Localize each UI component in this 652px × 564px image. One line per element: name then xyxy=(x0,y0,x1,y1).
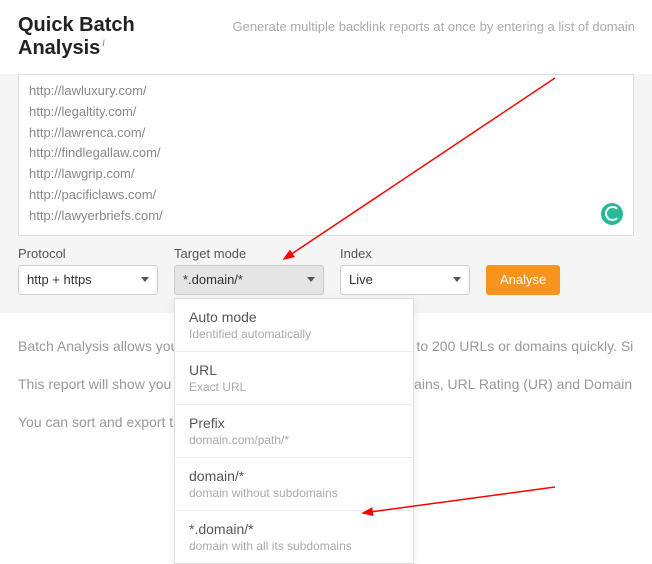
dropdown-item-prefix[interactable]: Prefix domain.com/path/* xyxy=(175,405,413,458)
page-header: Quick Batch Analysisi Generate multiple … xyxy=(0,0,652,74)
dd-label: *.domain/* xyxy=(189,521,399,537)
analyse-button[interactable]: Analyse xyxy=(486,265,560,295)
url-line: http://lawrenca.com/ xyxy=(29,123,623,144)
dropdown-item-url[interactable]: URL Exact URL xyxy=(175,352,413,405)
page-title: Quick Batch Analysisi xyxy=(18,14,222,60)
url-line: http://legaltity.com/ xyxy=(29,102,623,123)
index-select[interactable]: Live xyxy=(340,265,470,295)
protocol-col: Protocol http + https xyxy=(18,246,158,295)
chevron-down-icon xyxy=(307,277,315,282)
dd-label: URL xyxy=(189,362,399,378)
dropdown-item-auto[interactable]: Auto mode Identified automatically xyxy=(175,299,413,352)
protocol-label: Protocol xyxy=(18,246,158,261)
protocol-select[interactable]: http + https xyxy=(18,265,158,295)
dd-sub: Exact URL xyxy=(189,380,399,394)
input-panel: http://lawluxury.com/ http://legaltity.c… xyxy=(0,74,652,313)
chevron-down-icon xyxy=(141,277,149,282)
dd-label: Prefix xyxy=(189,415,399,431)
index-label: Index xyxy=(340,246,470,261)
dd-sub: domain.com/path/* xyxy=(189,433,399,447)
page-title-text: Quick Batch Analysis xyxy=(18,14,135,59)
url-line: http://pacificlaws.com/ xyxy=(29,185,623,206)
info-icon[interactable]: i xyxy=(102,38,105,48)
dd-label: domain/* xyxy=(189,468,399,484)
protocol-value: http + https xyxy=(27,272,92,287)
index-col: Index Live xyxy=(340,246,470,295)
url-textarea[interactable]: http://lawluxury.com/ http://legaltity.c… xyxy=(18,74,634,236)
grammarly-icon[interactable] xyxy=(601,203,623,225)
target-mode-dropdown: Auto mode Identified automatically URL E… xyxy=(174,298,414,564)
url-line: http://lawyerbriefs.com/ xyxy=(29,206,623,227)
controls-row: Protocol http + https Target mode *.doma… xyxy=(18,246,634,295)
target-mode-label: Target mode xyxy=(174,246,324,261)
dropdown-item-domain[interactable]: domain/* domain without subdomains xyxy=(175,458,413,511)
dd-label: Auto mode xyxy=(189,309,399,325)
page-subtitle: Generate multiple backlink reports at on… xyxy=(232,19,634,34)
target-mode-value: *.domain/* xyxy=(183,272,243,287)
url-line: http://lawluxury.com/ xyxy=(29,81,623,102)
url-line: http://lawgrip.com/ xyxy=(29,164,623,185)
chevron-down-icon xyxy=(453,277,461,282)
target-mode-select[interactable]: *.domain/* xyxy=(174,265,324,295)
dd-sub: Identified automatically xyxy=(189,327,399,341)
dropdown-item-star-domain[interactable]: *.domain/* domain with all its subdomain… xyxy=(175,511,413,563)
target-mode-col: Target mode *.domain/* xyxy=(174,246,324,295)
dd-sub: domain without subdomains xyxy=(189,486,399,500)
dd-sub: domain with all its subdomains xyxy=(189,539,399,553)
index-value: Live xyxy=(349,272,373,287)
url-line: http://findlegallaw.com/ xyxy=(29,143,623,164)
